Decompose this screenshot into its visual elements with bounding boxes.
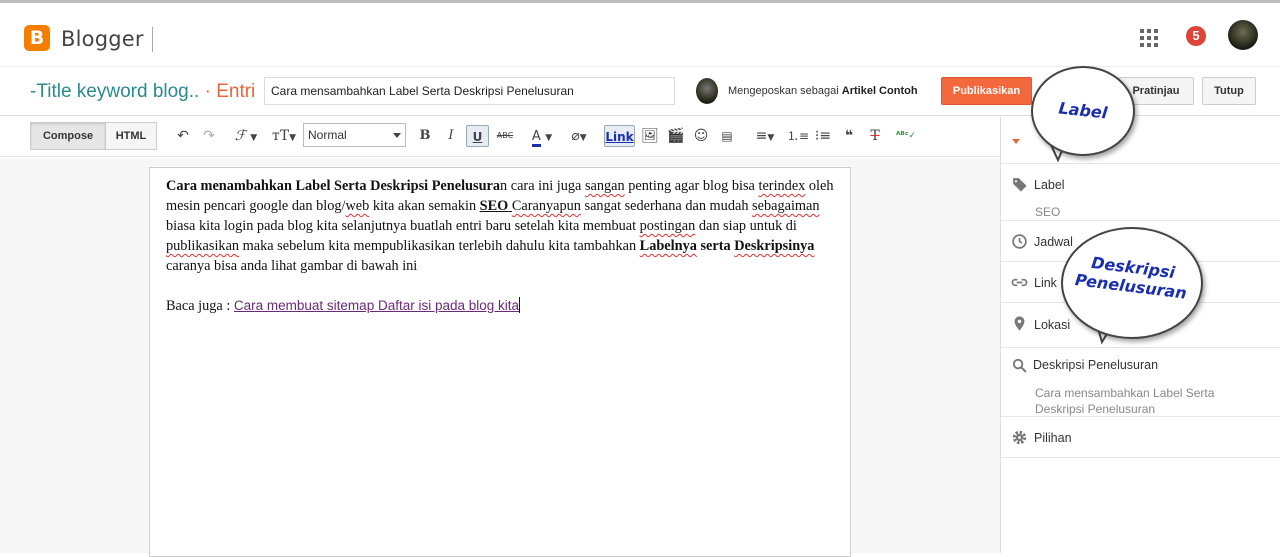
text-cursor — [519, 297, 521, 313]
options-title: Pilihan — [1034, 431, 1072, 445]
font-size-icon[interactable]: ᴛT▼ — [268, 125, 300, 147]
paragraph-format-select[interactable]: Normal — [303, 123, 406, 147]
post-paragraph: Cara menambahkan Label Serta Deskripsi P… — [166, 178, 834, 274]
account-avatar[interactable] — [1228, 20, 1258, 50]
logo-letter: B — [29, 27, 45, 49]
spellcheck-icon[interactable]: ᴬᴮᶜ✓ — [896, 125, 916, 147]
label-value: SEO — [1035, 205, 1061, 219]
compose-mode-button[interactable]: Compose — [30, 122, 106, 150]
entry-label: Entri — [216, 81, 256, 102]
brand-name[interactable]: Blogger — [61, 27, 144, 51]
location-pin-icon — [1014, 316, 1025, 331]
notification-badge[interactable]: 5 — [1186, 26, 1206, 46]
posting-as-text: Mengeposkan sebagai Artikel Contoh — [728, 85, 918, 97]
insert-image-icon[interactable]: 🖼 — [640, 125, 660, 147]
sidebar-item-options[interactable]: Pilihan — [1001, 417, 1280, 458]
read-also-link[interactable]: Cara membuat sitemap Daftar isi pada blo… — [234, 298, 519, 313]
sidebar-item-label[interactable]: Label SEO — [1001, 164, 1280, 221]
search-description-value: Cara mensambahkan Label Serta Deskripsi … — [1035, 386, 1215, 416]
schedule-title: Jadwal — [1034, 235, 1073, 249]
publish-button[interactable]: Publikasikan — [941, 77, 1032, 105]
redo-icon[interactable]: ↷ — [199, 125, 219, 147]
search-description-title: Deskripsi Penelusuran — [1033, 358, 1159, 372]
strikethrough-icon[interactable]: ABC — [494, 125, 516, 147]
link-icon — [1011, 278, 1028, 287]
bold-icon[interactable]: B — [416, 125, 434, 147]
text-color-icon[interactable]: A ▼ — [526, 125, 558, 147]
insert-video-icon[interactable]: 🎬 — [666, 125, 686, 147]
underline-icon[interactable]: U — [466, 125, 489, 147]
post-body[interactable]: Cara menambahkan Label Serta Deskripsi P… — [166, 176, 838, 316]
posting-as-name: Artikel Contoh — [841, 85, 918, 97]
blog-title-breadcrumb[interactable]: -Title keyword blog.. · Entri — [30, 81, 255, 103]
post-title-input[interactable] — [264, 77, 675, 105]
editor-toolbar: Compose HTML ↶ ↷ ℱ ▼ ᴛT▼ Normal B I U AB… — [0, 117, 1000, 157]
sidebar-item-search-description[interactable]: Deskripsi Penelusuran Cara mensambahkan … — [1001, 348, 1280, 417]
label-title: Label — [1034, 178, 1065, 192]
font-family-icon[interactable]: ℱ ▼ — [231, 125, 261, 147]
html-mode-button[interactable]: HTML — [105, 122, 157, 150]
tag-icon — [1012, 178, 1027, 192]
read-also-prefix: Baca juga : — [166, 298, 234, 314]
posting-as-prefix: Mengeposkan sebagai — [728, 85, 839, 97]
search-icon — [1012, 358, 1027, 373]
links-title: Link — [1034, 276, 1057, 290]
alignment-icon[interactable]: ≡▼ — [749, 125, 781, 147]
collapse-arrow-icon[interactable] — [1012, 139, 1020, 144]
breadcrumb-separator: · — [199, 81, 217, 102]
link-button[interactable]: Link — [604, 125, 635, 147]
blog-title[interactable]: -Title keyword blog.. — [30, 81, 199, 102]
location-title: Lokasi — [1034, 318, 1071, 332]
blogger-logo-icon[interactable]: B — [24, 25, 50, 51]
insert-emoji-icon[interactable]: ☺ — [691, 125, 711, 147]
gear-icon — [1012, 430, 1027, 445]
numbered-list-icon[interactable]: ⒈≡ — [787, 125, 809, 147]
highlight-color-icon[interactable]: ⌀▼ — [563, 125, 595, 147]
read-also-line: Baca juga : Cara membuat sitemap Daftar … — [166, 296, 838, 316]
quote-icon[interactable]: ❝ — [839, 125, 859, 147]
apps-grid-icon[interactable] — [1140, 29, 1158, 47]
header-divider — [152, 27, 153, 52]
undo-icon[interactable]: ↶ — [173, 125, 193, 147]
clock-icon — [1012, 234, 1027, 249]
remove-formatting-icon[interactable]: T — [865, 125, 885, 147]
author-avatar — [696, 78, 718, 104]
app-header: B Blogger 5 — [0, 3, 1280, 67]
bullet-list-icon[interactable]: ⁝≡ — [813, 125, 833, 147]
close-button[interactable]: Tutup — [1202, 77, 1256, 105]
italic-icon[interactable]: I — [442, 125, 460, 147]
jump-break-icon[interactable]: ▤ — [717, 125, 737, 147]
